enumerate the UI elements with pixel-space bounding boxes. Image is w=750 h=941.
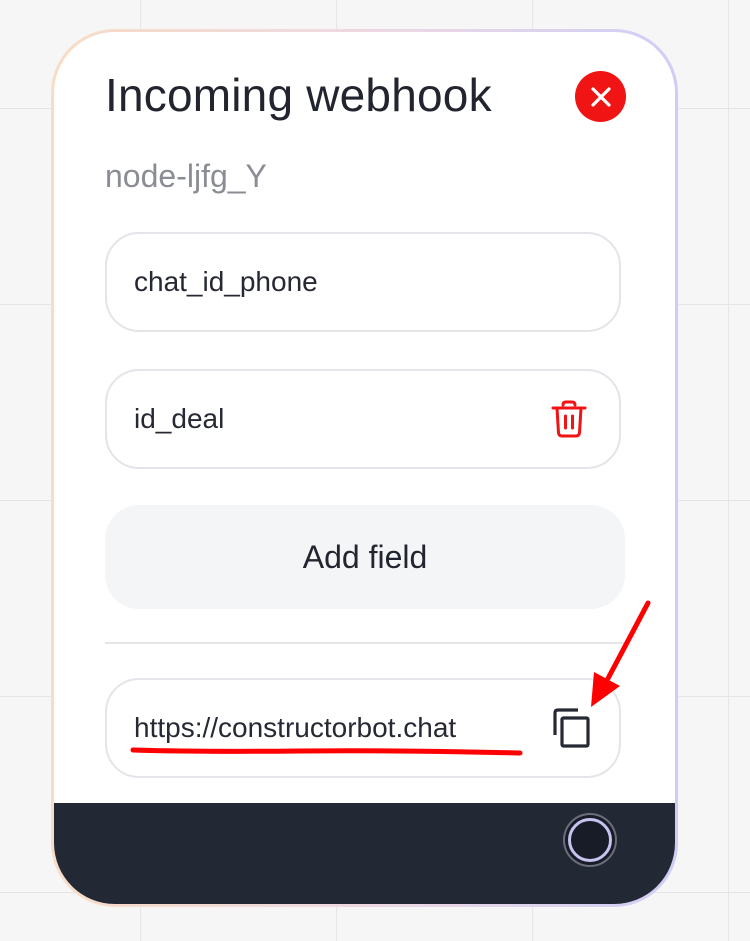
trash-icon[interactable] bbox=[549, 399, 589, 439]
webhook-url: https://constructorbot.chat bbox=[134, 712, 457, 743]
close-button[interactable] bbox=[575, 71, 626, 122]
field-item-id-deal[interactable]: id_deal bbox=[105, 369, 621, 469]
field-item-chat-id-phone[interactable]: chat_id_phone bbox=[105, 232, 621, 332]
node-footer bbox=[54, 803, 675, 904]
field-name: id_deal bbox=[134, 403, 225, 434]
divider bbox=[105, 642, 625, 644]
node-title: Incoming webhook bbox=[105, 69, 492, 121]
webhook-node-card-border: Incoming webhook node-ljfg_Y chat_id_pho… bbox=[51, 29, 678, 907]
add-field-button[interactable]: Add field bbox=[105, 505, 625, 609]
copy-icon[interactable] bbox=[547, 705, 593, 751]
webhook-url-field[interactable]: https://constructorbot.chat bbox=[105, 678, 621, 778]
close-icon bbox=[590, 86, 611, 107]
node-id: node-ljfg_Y bbox=[105, 158, 267, 194]
webhook-node-card: Incoming webhook node-ljfg_Y chat_id_pho… bbox=[54, 32, 675, 904]
field-name: chat_id_phone bbox=[134, 266, 318, 297]
connector-handle-icon[interactable] bbox=[565, 815, 615, 865]
